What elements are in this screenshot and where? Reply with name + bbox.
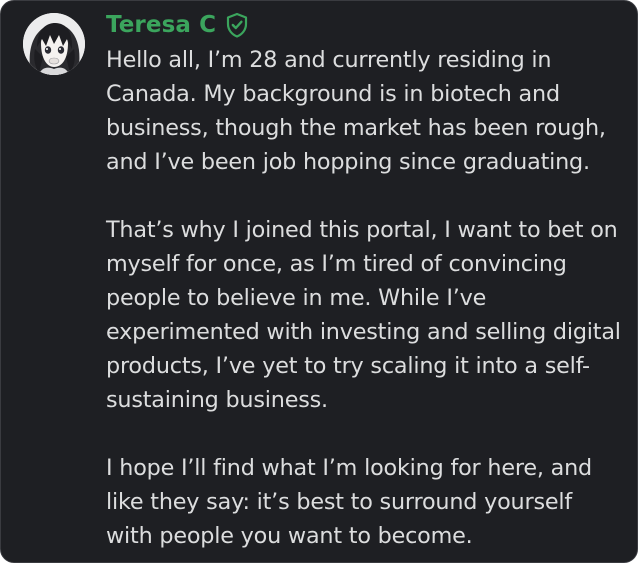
- message-line: products, I’ve yet to try scaling it int…: [106, 353, 590, 379]
- message-line: Hello all, I’m 28 and currently residing…: [106, 47, 552, 73]
- username[interactable]: Teresa C: [106, 9, 216, 41]
- message-line: experimented with investing and selling …: [106, 319, 621, 345]
- message-line: sustaining business.: [106, 387, 328, 413]
- message-header: Teresa C: [106, 9, 249, 41]
- avatar[interactable]: [23, 13, 85, 75]
- message-line: with people you want to become.: [106, 523, 473, 549]
- message-line: Canada. My background is in biotech and: [106, 81, 560, 107]
- message-card: Teresa C Hello all, I’m 28 and currently…: [0, 0, 638, 563]
- verified-shield-icon[interactable]: [225, 12, 249, 38]
- message-line: myself for once, as I’m tired of convinc…: [106, 251, 567, 277]
- message-line: like they say: it’s best to surround you…: [106, 489, 573, 515]
- message-line: That’s why I joined this portal, I want …: [106, 217, 618, 243]
- message-line: business, though the market has been rou…: [106, 115, 606, 141]
- message-line: I hope I’ll find what I’m looking for he…: [106, 455, 592, 481]
- message-body: Hello all, I’m 28 and currently residing…: [106, 43, 631, 553]
- anime-avatar-icon: [23, 13, 85, 75]
- message-line: people to believe in me. While I’ve: [106, 285, 487, 311]
- message-line: and I’ve been job hopping since graduati…: [106, 149, 590, 175]
